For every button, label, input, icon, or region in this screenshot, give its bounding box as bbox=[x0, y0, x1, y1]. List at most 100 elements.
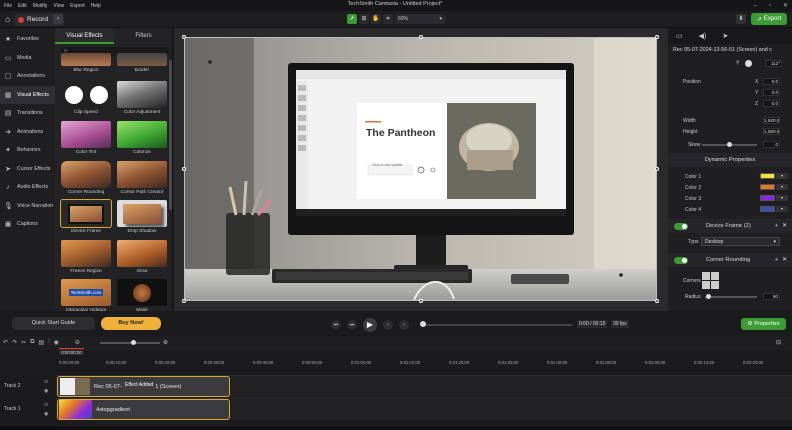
audio-properties-icon[interactable]: ◀) bbox=[699, 32, 707, 40]
resize-handle[interactable] bbox=[419, 35, 423, 39]
resize-handle[interactable] bbox=[182, 167, 186, 171]
radius-slider-knob[interactable] bbox=[706, 294, 711, 299]
play-icon[interactable]: ▶ bbox=[363, 318, 377, 332]
cursor-properties-icon[interactable]: ➤ bbox=[722, 32, 728, 40]
record-options-icon[interactable]: › bbox=[53, 14, 63, 24]
corner-bottom-right[interactable] bbox=[711, 281, 719, 289]
effect-tile-colorize[interactable]: Colorize bbox=[117, 121, 167, 155]
effect-tile-interactive-hotspot[interactable]: TechSmith.comInteractive Hotspot bbox=[61, 279, 111, 313]
position-z-field[interactable]: 0.0 bbox=[763, 100, 780, 107]
resize-handle[interactable] bbox=[182, 299, 186, 303]
color-4-swatch[interactable] bbox=[760, 206, 775, 212]
expand-icon[interactable]: + bbox=[775, 257, 778, 263]
menu-edit[interactable]: Edit bbox=[18, 3, 27, 9]
menu-export[interactable]: Export bbox=[70, 3, 84, 9]
corner-top-right[interactable] bbox=[711, 272, 719, 280]
resize-handle[interactable] bbox=[655, 167, 659, 171]
split-icon[interactable]: ⫶ bbox=[48, 339, 50, 346]
eye-icon[interactable]: ◉ bbox=[44, 388, 48, 394]
nav-audio-effects[interactable]: ♪ Audio Effects bbox=[0, 178, 55, 197]
close-icon[interactable]: ✕ bbox=[783, 2, 788, 9]
resize-handle[interactable] bbox=[182, 35, 186, 39]
menu-help[interactable]: Help bbox=[91, 3, 101, 9]
type-select[interactable]: Desktop ▾ bbox=[701, 237, 780, 246]
corner-top-left[interactable] bbox=[702, 272, 710, 280]
nav-visual-effects[interactable]: ▦ Visual Effects bbox=[0, 85, 55, 104]
effect-tile-color-adjustment[interactable]: Color Adjustment bbox=[117, 81, 167, 115]
effect-tile-device-frame[interactable]: Device Frame bbox=[60, 199, 112, 234]
timeline-scrollbar[interactable] bbox=[0, 426, 792, 430]
eye-icon[interactable]: ◉ bbox=[44, 411, 48, 417]
color-2-swatch[interactable] bbox=[760, 184, 775, 190]
corners-selector[interactable] bbox=[702, 272, 719, 289]
scale-reset-icon[interactable] bbox=[745, 60, 752, 67]
clip-gradient[interactable]: 4stopgradient bbox=[57, 399, 230, 420]
nav-captions[interactable]: ▣ Captions bbox=[0, 215, 55, 234]
effect-tile-mask[interactable]: Mask bbox=[117, 279, 167, 313]
scrubber-knob[interactable] bbox=[420, 321, 426, 327]
crop-tool-icon[interactable]: ⌗ bbox=[383, 14, 393, 24]
nav-voice-narration[interactable]: 🎙 Voice Narration bbox=[0, 197, 55, 216]
collapse-icon[interactable]: ⊟ bbox=[776, 339, 781, 346]
chevron-down-icon[interactable]: ▾ bbox=[776, 195, 788, 201]
properties-button[interactable]: ⚙ Properties bbox=[741, 318, 786, 330]
quick-start-guide-button[interactable]: Quick Start Guide bbox=[12, 317, 95, 330]
timeline-zoom-knob[interactable] bbox=[131, 340, 136, 345]
zoom-out-icon[interactable]: ⊖ bbox=[75, 339, 80, 346]
nav-media[interactable]: ▭ Media bbox=[0, 49, 55, 68]
lock-icon[interactable]: ⊙ bbox=[44, 402, 48, 408]
nav-animations[interactable]: ➜ Animations bbox=[0, 123, 55, 142]
buy-now-button[interactable]: Buy Now! bbox=[101, 317, 161, 330]
nav-cursor-effects[interactable]: ➤ Cursor Effects bbox=[0, 160, 55, 179]
radius-slider[interactable] bbox=[705, 296, 757, 298]
chevron-down-icon[interactable]: ▾ bbox=[776, 184, 788, 190]
zoom-in-icon[interactable]: ⊕ bbox=[163, 339, 168, 346]
nav-annotations[interactable]: ▢ Annotations bbox=[0, 67, 55, 86]
snapshot-icon[interactable]: ◉ bbox=[54, 339, 59, 346]
skew-slider-knob[interactable] bbox=[727, 142, 732, 147]
close-icon[interactable]: ✕ bbox=[782, 257, 787, 263]
effects-scrollbar[interactable] bbox=[169, 60, 172, 210]
nav-behaviors[interactable]: ✦ Behaviors bbox=[0, 141, 55, 160]
resize-handle[interactable] bbox=[655, 299, 659, 303]
position-y-field[interactable]: 0.0 bbox=[763, 89, 780, 96]
zoom-select[interactable]: 60% ▾ bbox=[395, 14, 445, 24]
close-icon[interactable]: ✕ bbox=[782, 223, 787, 229]
select-tool-icon[interactable]: ➚ bbox=[347, 14, 357, 24]
radius-field[interactable]: 50 bbox=[763, 293, 780, 300]
visual-properties-icon[interactable]: ▭ bbox=[676, 32, 683, 40]
effect-tile-blur-region[interactable]: Blur Region bbox=[61, 53, 111, 73]
effect-tile-cursor-path-creator[interactable]: Cursor Path Creator bbox=[117, 161, 167, 195]
nav-favorites[interactable]: ★ Favorites bbox=[0, 30, 55, 49]
device-frame-toggle[interactable] bbox=[674, 222, 688, 230]
resize-handle[interactable] bbox=[419, 299, 423, 303]
copy-icon[interactable]: ⧉ bbox=[30, 339, 34, 346]
undo-icon[interactable]: ↶ bbox=[3, 339, 8, 346]
menu-file[interactable]: File bbox=[4, 3, 12, 9]
home-icon[interactable]: ⌂ bbox=[5, 14, 10, 24]
tab-visual-effects[interactable]: Visual Effects bbox=[55, 28, 114, 44]
cut-icon[interactable]: ✂ bbox=[21, 339, 26, 346]
color-1-swatch[interactable] bbox=[760, 173, 775, 179]
export-button[interactable]: ↗ Export bbox=[751, 13, 787, 25]
step-back-icon[interactable]: ⏮ bbox=[331, 320, 341, 330]
previous-icon[interactable]: ‹ bbox=[383, 320, 393, 330]
nav-transitions[interactable]: ▤ Transitions bbox=[0, 104, 55, 123]
pan-tool-icon[interactable]: ✋ bbox=[371, 14, 381, 24]
effect-tile-corner-rounding[interactable]: Corner Rounding bbox=[61, 161, 111, 195]
effect-tile-border[interactable]: Border bbox=[117, 53, 167, 73]
chevron-down-icon[interactable]: ▾ bbox=[776, 173, 788, 179]
fps-select[interactable]: 30 fps bbox=[611, 320, 629, 328]
chevron-down-icon[interactable]: ▾ bbox=[776, 206, 788, 212]
skew-field[interactable]: 0 bbox=[763, 141, 780, 148]
effect-tile-drop-shadow[interactable]: Drop Shadow bbox=[117, 200, 167, 234]
maximize-icon[interactable]: ▫ bbox=[769, 3, 771, 9]
scale-field[interactable]: 112° bbox=[765, 60, 782, 67]
effect-tile-clip-speed[interactable]: Clip Speed bbox=[61, 81, 111, 115]
link-icon[interactable]: ⚲ bbox=[736, 60, 740, 66]
playback-scrubber[interactable] bbox=[422, 324, 572, 326]
corner-rounding-toggle[interactable] bbox=[674, 256, 688, 264]
effect-tile-freeze-region[interactable]: Freeze Region bbox=[61, 240, 111, 274]
height-field[interactable]: 1,080.0 bbox=[763, 128, 780, 135]
expand-icon[interactable]: + bbox=[775, 223, 778, 229]
